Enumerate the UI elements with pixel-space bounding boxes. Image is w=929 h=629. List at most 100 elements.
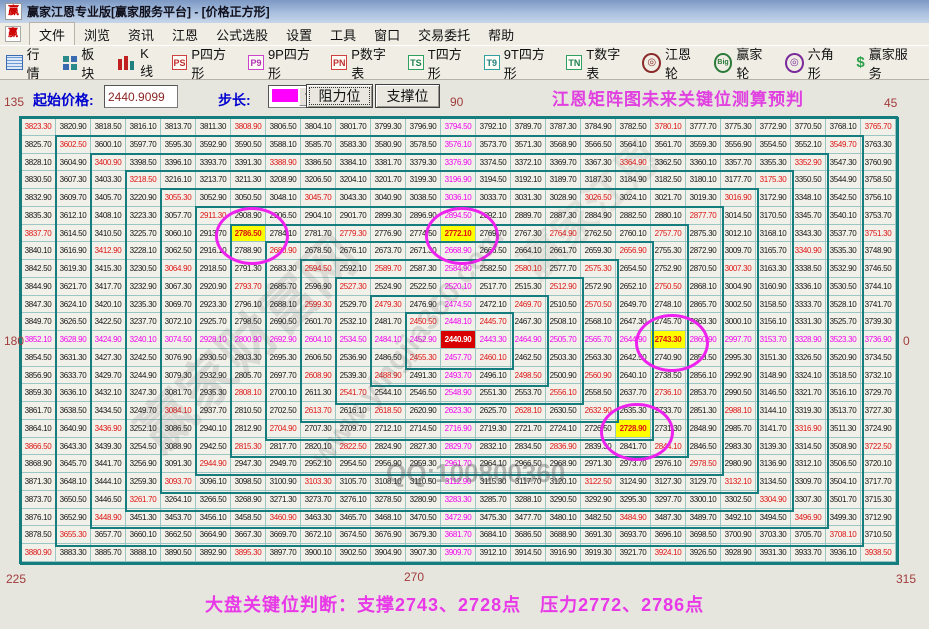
menu-item-trade[interactable]: 交易委托 [409,23,479,46]
toolbar-winner-service-button[interactable]: $ 赢家服务 [856,44,916,82]
toolbar-label: 板块 [81,44,105,82]
matrix-cell: 3751.30 [861,225,896,243]
matrix-cell: 2656.90 [616,242,651,260]
matrix-cell: 3343.30 [791,225,826,243]
matrix-cell: 2992.90 [721,367,756,385]
resistance-button[interactable]: 阻力位 [306,84,373,108]
matrix-cell: 3888.10 [126,544,161,562]
matrix-cell: 2632.90 [581,402,616,420]
matrix-cell: 3604.90 [56,154,91,172]
matrix-cell: 2661.70 [546,242,581,260]
toolbar-winner-wheel-button[interactable]: Big 赢家轮 [714,44,772,82]
matrix-cell: 3676.90 [371,526,406,544]
toolbar-quotes-button[interactable]: 行情 [6,44,50,82]
matrix-cell: 3847.30 [21,296,56,314]
matrix-cell: 3458.50 [231,509,266,527]
toolbar-sectors-button[interactable]: 板块 [63,44,105,82]
matrix-cell: 2820.10 [301,438,336,456]
matrix-cell: 3201.70 [371,171,406,189]
matrix-cell: 3595.30 [161,136,196,154]
matrix-cell: 3619.30 [56,260,91,278]
toolbar-9t-square-button[interactable]: T9 9T四方形 [484,44,554,82]
menu-item-help[interactable]: 帮助 [479,23,523,46]
matrix-cell: 3381.70 [371,154,406,172]
matrix-cell: 2560.90 [581,367,616,385]
quote-table-icon [6,55,23,70]
matrix-cell: 3211.30 [231,171,266,189]
matrix-cell: 3199.30 [406,171,441,189]
matrix-cell: 2870.50 [686,260,721,278]
matrix-cell: 3741.70 [861,296,896,314]
matrix-cell: 2769.70 [476,225,511,243]
matrix-cell: 3028.90 [546,189,581,207]
matrix-cell: 2925.70 [196,313,231,331]
toolbar-9p-square-button[interactable]: P9 9P四方形 [248,44,318,82]
matrix-cell: 3052.90 [196,189,231,207]
matrix-cell: 2508.10 [546,313,581,331]
matrix-cell: 3628.90 [56,331,91,349]
toolbar-t-number-table-button[interactable]: TN T数字表 [566,44,629,82]
matrix-cell: 2961.70 [441,455,476,473]
matrix-cell: 3153.70 [756,331,791,349]
menu-item-settings[interactable]: 设置 [277,23,321,46]
matrix-cell: 2858.50 [686,349,721,367]
matrix-cell: 2800.90 [231,331,266,349]
matrix-cell: 3434.50 [91,402,126,420]
matrix-cell: 3321.70 [791,384,826,402]
matrix-cell: 2901.70 [336,207,371,225]
matrix-cell: 2738.50 [651,367,686,385]
matrix-cell: 3264.10 [161,491,196,509]
toolbar-label: 9P四方形 [268,44,318,82]
menu-item-browse[interactable]: 浏览 [75,23,119,46]
menu-item-gann[interactable]: 江恩 [163,23,207,46]
matrix-cell: 2872.90 [686,242,721,260]
matrix-cell: 2875.30 [686,225,721,243]
matrix-cell: 3626.50 [56,313,91,331]
matrix-cell: 3247.30 [126,384,161,402]
toolbar-label: K线 [140,46,158,80]
matrix-cell: 3024.10 [616,189,651,207]
matrix-cell: 3921.70 [616,544,651,562]
matrix-cell: 3681.70 [441,526,476,544]
matrix-cell: 2908.90 [231,207,266,225]
matrix-cell: 3912.10 [476,544,511,562]
matrix-cell: 3600.10 [91,136,126,154]
menu-item-tools[interactable]: 工具 [321,23,365,46]
matrix-cell: 2493.70 [441,367,476,385]
matrix-cell: 3480.10 [546,509,581,527]
matrix-cell: 2709.70 [336,420,371,438]
toolbar-label: 六角形 [808,44,844,82]
matrix-cell: 3938.50 [861,544,896,562]
matrix-cell: 3396.10 [161,154,196,172]
matrix-cell: 3451.30 [126,509,161,527]
toolbar-kline-button[interactable]: K线 [118,46,158,80]
matrix-cell: 2995.30 [721,349,756,367]
support-button[interactable]: 支撑位 [375,84,440,108]
matrix-cell: 3074.50 [161,331,196,349]
t-square-icon: TS [408,55,424,70]
menu-item-news[interactable]: 资讯 [119,23,163,46]
matrix-cell: 3223.30 [126,207,161,225]
matrix-cell: 3117.70 [511,473,546,491]
matrix-cell: 2647.30 [616,313,651,331]
menu-item-formula-stock-pick[interactable]: 公式选股 [207,23,277,46]
toolbar-p-number-table-button[interactable]: PN P数字表 [331,44,395,82]
matrix-cell: 2577.70 [546,260,581,278]
toolbar-t-square-button[interactable]: TS T四方形 [408,44,471,82]
matrix-cell: 2923.30 [196,296,231,314]
matrix-cell: 2695.30 [266,349,301,367]
toolbar-p-square-button[interactable]: PS P四方形 [172,44,236,82]
toolbar-gann-wheel-button[interactable]: ◎ 江恩轮 [642,44,700,82]
matrix-cell: 3108.10 [371,473,406,491]
matrix-cell: 2976.10 [651,455,686,473]
matrix-cell: 3566.50 [581,136,616,154]
matrix-cell: 3849.70 [21,313,56,331]
matrix-cell: 2539.30 [336,367,371,385]
matrix-cell: 2498.50 [511,367,546,385]
matrix-cell: 2856.10 [686,367,721,385]
toolbar-hexagon-button[interactable]: ◎ 六角形 [785,44,843,82]
matrix-cell: 3823.30 [21,118,56,136]
start-price-input[interactable] [104,85,178,108]
menu-item-window[interactable]: 窗口 [365,23,409,46]
matrix-cell: 3283.30 [441,491,476,509]
